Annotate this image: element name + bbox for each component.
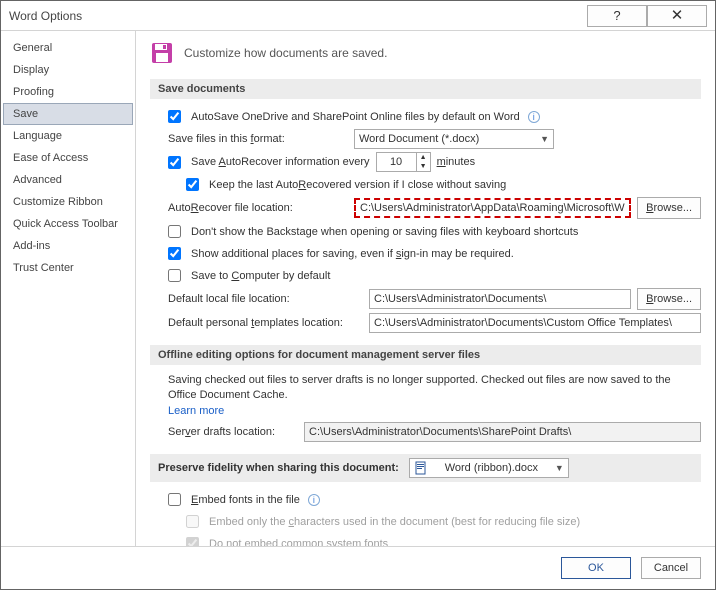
backstage-label: Don't show the Backstage when opening or…: [191, 226, 578, 238]
autorecover-location-input[interactable]: [354, 198, 631, 218]
embed-fonts-label: Embed fonts in the file: [191, 494, 300, 506]
spinner-up-icon[interactable]: ▲: [417, 153, 430, 162]
spinner-down-icon[interactable]: ▼: [417, 162, 430, 171]
autorecover-label: Save AutoRecover information every: [191, 156, 370, 168]
default-local-label: Default local file location:: [168, 293, 363, 305]
save-icon: [150, 41, 174, 65]
group-preserve: Preserve fidelity when sharing this docu…: [150, 454, 701, 482]
sidebar-item-language[interactable]: Language: [3, 125, 133, 147]
info-icon[interactable]: i: [308, 494, 320, 506]
embed-fonts-checkbox[interactable]: [168, 493, 181, 506]
sidebar-item-trust-center[interactable]: Trust Center: [3, 257, 133, 279]
sidebar-item-add-ins[interactable]: Add-ins: [3, 235, 133, 257]
sidebar-item-customize-ribbon[interactable]: Customize Ribbon: [3, 191, 133, 213]
chevron-down-icon: ▼: [540, 134, 549, 144]
show-additional-label: Show additional places for saving, even …: [191, 248, 514, 260]
server-drafts-input[interactable]: [304, 422, 701, 442]
default-templates-input[interactable]: [369, 313, 701, 333]
autorecover-checkbox[interactable]: [168, 156, 181, 169]
autosave-checkbox[interactable]: [168, 110, 181, 123]
main-panel: Customize how documents are saved. Save …: [136, 31, 715, 546]
sidebar-item-quick-access-toolbar[interactable]: Quick Access Toolbar: [3, 213, 133, 235]
default-templates-label: Default personal templates location:: [168, 317, 363, 329]
save-format-label: Save files in this format:: [168, 133, 348, 145]
page-header: Customize how documents are saved.: [184, 46, 387, 60]
chevron-down-icon: ▼: [555, 463, 564, 473]
autorecover-minutes-spinner[interactable]: 10 ▲▼: [376, 152, 431, 172]
minutes-label: minutes: [437, 156, 476, 168]
embed-chars-checkbox: [186, 515, 199, 528]
cancel-button[interactable]: Cancel: [641, 557, 701, 579]
titlebar: Word Options ? ✕: [1, 1, 715, 31]
browse-autorecover-button[interactable]: Browse...: [637, 197, 701, 219]
ok-button[interactable]: OK: [561, 557, 631, 579]
keep-last-checkbox[interactable]: [186, 178, 199, 191]
sidebar-item-display[interactable]: Display: [3, 59, 133, 81]
backstage-checkbox[interactable]: [168, 225, 181, 238]
embed-sys-checkbox: [186, 537, 199, 546]
keep-last-label: Keep the last AutoRecovered version if I…: [209, 179, 506, 191]
sidebar-item-proofing[interactable]: Proofing: [3, 81, 133, 103]
window-title: Word Options: [9, 9, 587, 23]
sidebar: General Display Proofing Save Language E…: [1, 31, 136, 546]
info-icon[interactable]: i: [528, 111, 540, 123]
group-offline: Offline editing options for document man…: [150, 345, 701, 365]
sidebar-item-advanced[interactable]: Advanced: [3, 169, 133, 191]
footer: OK Cancel: [1, 546, 715, 589]
sidebar-item-ease-of-access[interactable]: Ease of Access: [3, 147, 133, 169]
save-to-computer-checkbox[interactable]: [168, 269, 181, 282]
sidebar-item-save[interactable]: Save: [3, 103, 133, 125]
offline-text: Saving checked out files to server draft…: [168, 374, 671, 401]
close-button[interactable]: ✕: [647, 5, 707, 27]
document-icon: [414, 461, 428, 475]
embed-sys-label: Do not embed common system fonts: [209, 538, 388, 546]
default-local-input[interactable]: [369, 289, 631, 309]
server-drafts-label: Server drafts location:: [168, 426, 298, 438]
help-button[interactable]: ?: [587, 5, 647, 27]
show-additional-checkbox[interactable]: [168, 247, 181, 260]
autosave-label: AutoSave OneDrive and SharePoint Online …: [191, 111, 520, 123]
save-to-computer-label: Save to Computer by default: [191, 270, 330, 282]
autorecover-location-label: AutoRecover file location:: [168, 202, 348, 214]
embed-chars-label: Embed only the characters used in the do…: [209, 516, 580, 528]
browse-local-button[interactable]: Browse...: [637, 288, 701, 310]
group-save-documents: Save documents: [150, 79, 701, 99]
sidebar-item-general[interactable]: General: [3, 37, 133, 59]
learn-more-link[interactable]: Learn more: [168, 405, 224, 417]
preserve-document-select[interactable]: Word (ribbon).docx ▼: [409, 458, 569, 478]
save-format-select[interactable]: Word Document (*.docx) ▼: [354, 129, 554, 149]
